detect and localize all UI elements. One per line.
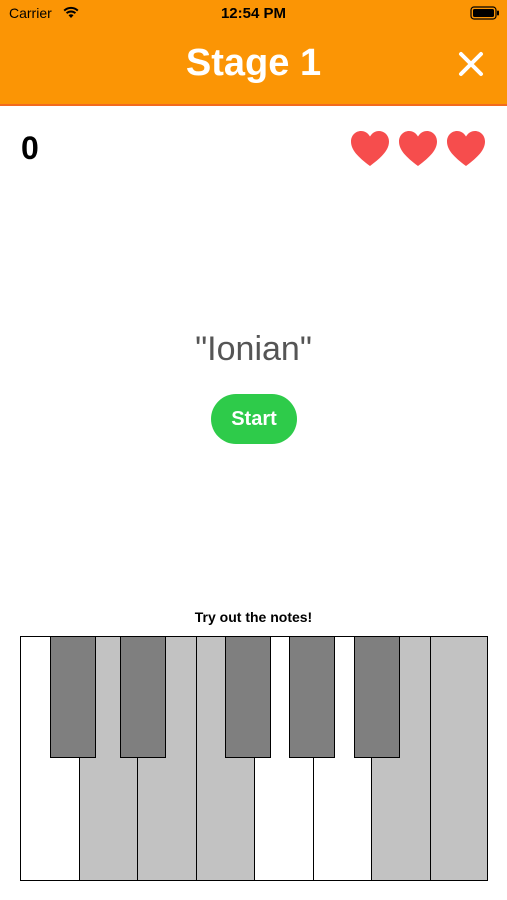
lives-indicator — [350, 130, 490, 170]
black-key[interactable] — [120, 637, 166, 758]
close-icon — [459, 52, 483, 76]
heart-icon — [351, 131, 389, 166]
nav-bar: Stage 1 — [0, 28, 507, 106]
mode-name: "Ionian" — [195, 330, 312, 368]
status-bar: Carrier 12:54 PM — [0, 0, 507, 28]
heart-icon — [447, 131, 485, 166]
heart-icon — [399, 131, 437, 166]
close-button[interactable] — [451, 44, 491, 84]
battery-icon — [470, 6, 499, 20]
status-time: 12:54 PM — [220, 5, 287, 22]
piano-caption: Try out the notes! — [194, 609, 313, 625]
black-key[interactable] — [225, 637, 271, 758]
black-key[interactable] — [289, 637, 335, 758]
page-title: Stage 1 — [185, 42, 322, 84]
piano-keyboard — [20, 636, 488, 881]
start-button[interactable]: Start — [211, 394, 297, 444]
white-key[interactable] — [430, 637, 487, 880]
score-value: 0 — [21, 130, 39, 166]
black-key[interactable] — [354, 637, 400, 758]
black-key[interactable] — [50, 637, 96, 758]
